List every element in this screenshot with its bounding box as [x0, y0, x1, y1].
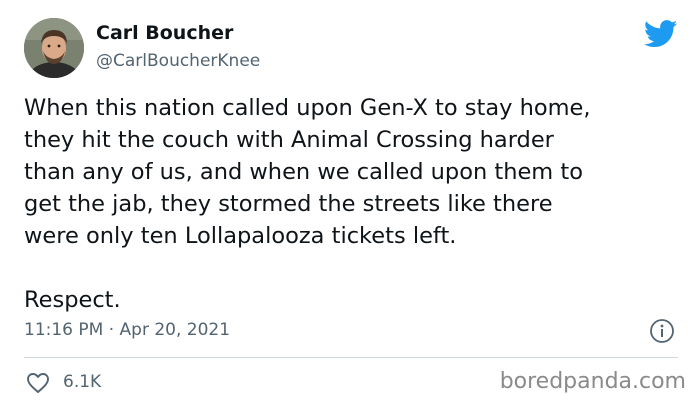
tweet-card: Carl Boucher @CarlBoucherKnee When this …	[0, 0, 700, 411]
heart-outline-icon[interactable]	[26, 372, 50, 394]
tweet-timestamp[interactable]: 11:16 PM · Apr 20, 2021	[24, 320, 230, 340]
twitter-bird-icon[interactable]	[644, 20, 678, 48]
display-name[interactable]: Carl Boucher	[96, 22, 233, 44]
divider	[24, 357, 678, 358]
user-handle[interactable]: @CarlBoucherKnee	[96, 51, 260, 71]
tweet-text: When this nation called upon Gen-X to st…	[24, 95, 591, 313]
avatar[interactable]	[24, 18, 84, 78]
like-count[interactable]: 6.1K	[63, 372, 101, 392]
profile-photo	[24, 18, 84, 78]
watermark: boredpanda.com	[499, 369, 686, 394]
info-icon[interactable]	[649, 318, 675, 344]
